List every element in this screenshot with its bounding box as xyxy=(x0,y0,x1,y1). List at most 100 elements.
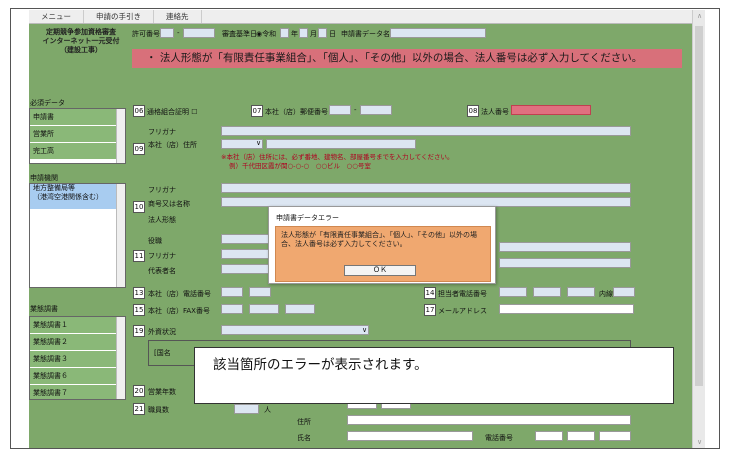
sidebar-item-survey-3[interactable]: 業態調書３ xyxy=(30,351,125,368)
permit-number-field-2[interactable] xyxy=(183,28,215,38)
rep-name-label: 代表者名 xyxy=(148,267,176,275)
denwa-field-1[interactable] xyxy=(535,431,563,441)
review-year-field[interactable] xyxy=(280,28,289,38)
field-number-09: 09 xyxy=(133,143,145,155)
industry-survey-label: 業態調書 xyxy=(30,305,58,313)
shimei-field[interactable] xyxy=(347,431,473,441)
business-years-label: 営業年数 xyxy=(148,388,176,396)
jusho-label: 住所 xyxy=(297,418,311,426)
scroll-thumb[interactable] xyxy=(695,26,703,386)
agency-list: 地方整備局等 （港湾空港関係含む） xyxy=(29,183,126,288)
contact-phone-field-2[interactable] xyxy=(533,287,561,297)
corp-number-field[interactable] xyxy=(511,105,591,115)
screenshot-frame: メニュー 申請の手引き 連絡先 定期競争参加資格審査 インターネット一元受付 （… xyxy=(10,8,720,449)
contact-phone-field-1[interactable] xyxy=(499,287,527,297)
caption-callout: 該当箇所のエラーが表示されます。 xyxy=(194,347,674,404)
foreign-capital-label: 外資状況 xyxy=(148,328,176,336)
fax-field-2[interactable] xyxy=(249,304,279,314)
tab-menu[interactable]: メニュー xyxy=(29,10,84,23)
field-number-06: 06 xyxy=(133,105,145,117)
furigana-label-rep: フリガナ xyxy=(148,252,176,260)
review-day-field[interactable] xyxy=(318,28,327,38)
form-title: 定期競争参加資格審査 インターネット一元受付 （建設工事） xyxy=(42,28,120,54)
address-label: 本社（店）住所 xyxy=(148,141,197,149)
jusho-field[interactable] xyxy=(347,415,631,425)
phone-field-2[interactable] xyxy=(249,287,271,297)
ok-button[interactable]: ＯＫ xyxy=(344,265,416,276)
fax-field-3[interactable] xyxy=(285,304,315,314)
email-field[interactable] xyxy=(499,304,634,314)
field-number-13: 13 xyxy=(133,287,145,299)
tab-guide[interactable]: 申請の手引き xyxy=(84,10,154,23)
shimei-label: 氏名 xyxy=(297,434,311,442)
rep-name-field[interactable] xyxy=(221,264,271,274)
sidebar-item-survey-7[interactable]: 業態調書７ xyxy=(30,385,125,399)
scroll-up-icon[interactable]: ∧ xyxy=(693,10,705,23)
review-date-label: 審査基準日 xyxy=(222,30,257,38)
address-note-2: 例）千代田区霞が関○-○-○ ○○ビル ○○号室 xyxy=(229,162,371,170)
dialog-message: 法人形態が「有限責任事業組合」、「個人」、「その他」以外の場合、法人番号は必ず入… xyxy=(281,231,477,248)
employees-label: 職員数 xyxy=(148,406,169,414)
extension-field[interactable] xyxy=(613,287,635,297)
rep-furigana-right-field[interactable] xyxy=(499,242,631,252)
app-data-name-field[interactable] xyxy=(390,28,486,38)
fax-field-1[interactable] xyxy=(221,304,243,314)
contact-phone-field-3[interactable] xyxy=(567,287,595,297)
industry-survey-list: 業態調書１ 業態調書２ 業態調書３ 業態調書６ 業態調書７ xyxy=(29,316,126,400)
menu-bar: メニュー 申請の手引き 連絡先 xyxy=(29,10,692,24)
field-number-08: 08 xyxy=(467,105,479,117)
position-field[interactable] xyxy=(221,234,271,244)
contact-phone-label: 担当者電話番号 xyxy=(438,290,487,298)
field-number-20: 20 xyxy=(133,385,145,397)
dialog-title: 申請書データエラー xyxy=(276,214,339,222)
review-month-field[interactable] xyxy=(299,28,308,38)
agency-label: 申請機関 xyxy=(30,174,58,182)
era-radio[interactable]: ◉令和 xyxy=(256,29,276,39)
field-number-11: 11 xyxy=(133,250,145,262)
corp-number-label: 法人番号 xyxy=(481,108,509,116)
postal-code-field-1[interactable] xyxy=(329,105,351,115)
address-furigana-field[interactable] xyxy=(221,126,631,136)
denwa-label: 電話番号 xyxy=(485,434,513,442)
sidebar-item-application[interactable]: 申請書 xyxy=(30,109,125,126)
window-scrollbar[interactable]: ∧ ∨ xyxy=(692,10,705,448)
postal-code-field-2[interactable] xyxy=(360,105,392,115)
rep-furigana-field[interactable] xyxy=(221,249,271,259)
permit-number-field-1[interactable] xyxy=(160,28,174,38)
postal-code-label: 本社（店）郵便番号 xyxy=(265,108,328,116)
dialog-body: 法人形態が「有限責任事業組合」、「個人」、「その他」以外の場合、法人番号は必ず入… xyxy=(275,226,491,282)
field-number-15: 15 xyxy=(133,304,145,316)
chevron-down-icon: ∨ xyxy=(256,139,262,147)
trade-name-label: 商号又は名称 xyxy=(148,200,190,208)
name-furigana-field[interactable] xyxy=(221,183,631,193)
error-dialog: 申請書データエラー 法人形態が「有限責任事業組合」、「個人」、「その他」以外の場… xyxy=(268,206,496,284)
corp-form-label: 法人形態 xyxy=(148,216,176,224)
list-scrollbar[interactable] xyxy=(116,109,125,163)
scroll-down-icon[interactable]: ∨ xyxy=(693,436,705,448)
sidebar-item-office[interactable]: 営業所 xyxy=(30,126,125,143)
field-number-07: 07 xyxy=(251,105,263,117)
foreign-capital-select[interactable] xyxy=(221,325,369,335)
sidebar-item-completed[interactable]: 完工高 xyxy=(30,143,125,160)
rep-name-right-field[interactable] xyxy=(499,258,631,268)
field-number-17: 17 xyxy=(424,304,436,316)
employees-field[interactable] xyxy=(234,404,259,414)
furigana-label-address: フリガナ xyxy=(148,128,176,136)
field-number-14: 14 xyxy=(424,287,436,299)
list-scrollbar[interactable] xyxy=(116,184,125,287)
app-data-name-label: 申請書データ名 xyxy=(341,30,390,38)
field-number-10: 10 xyxy=(133,201,145,213)
tab-contact[interactable]: 連絡先 xyxy=(154,10,202,23)
sidebar-item-regional-bureau[interactable]: 地方整備局等 （港湾空港関係含む） xyxy=(30,184,125,210)
furigana-label-name: フリガナ xyxy=(148,186,176,194)
phone-field-1[interactable] xyxy=(221,287,243,297)
denwa-field-3[interactable] xyxy=(599,431,631,441)
sidebar-item-survey-1[interactable]: 業態調書１ xyxy=(30,317,125,334)
list-scrollbar[interactable] xyxy=(116,317,125,399)
sidebar-item-survey-2[interactable]: 業態調書２ xyxy=(30,334,125,351)
country-label: [国名 xyxy=(154,349,171,357)
address-field[interactable] xyxy=(266,139,416,149)
denwa-field-2[interactable] xyxy=(567,431,595,441)
sidebar-item-survey-6[interactable]: 業態調書６ xyxy=(30,368,125,385)
field-number-21: 21 xyxy=(133,403,145,415)
